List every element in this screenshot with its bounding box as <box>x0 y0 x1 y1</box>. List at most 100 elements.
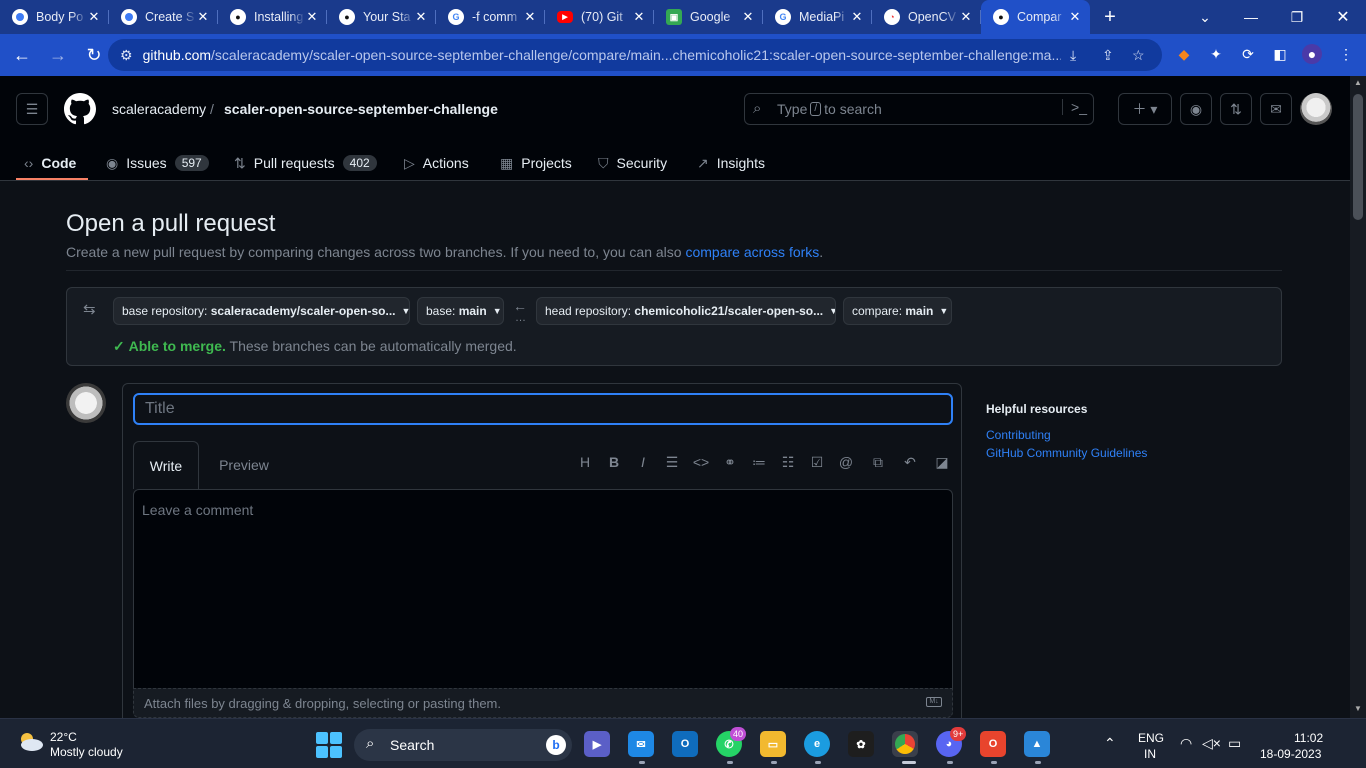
forward-icon[interactable]: → <box>42 39 74 71</box>
cross-reference-icon[interactable]: ⧉ <box>868 452 888 472</box>
bold-icon[interactable]: B <box>604 452 624 472</box>
quote-icon[interactable]: ☰ <box>662 452 682 472</box>
hamburger-menu-icon[interactable]: ☰ <box>16 93 48 125</box>
markdown-icon[interactable]: M↓ <box>926 697 942 707</box>
close-window-icon[interactable]: ✕ <box>1320 0 1366 34</box>
issues-icon[interactable]: ◉ <box>1180 93 1212 125</box>
cloudy-weather-icon[interactable] <box>16 730 44 752</box>
repo-tab-actions[interactable]: ▷ Actions <box>404 148 469 178</box>
heading-icon[interactable]: H <box>575 452 595 472</box>
tab-write[interactable]: Write <box>133 441 199 489</box>
repo-tab-security[interactable]: ⛉ Security <box>598 148 667 178</box>
extensions-puzzle-icon[interactable]: ✦ <box>1206 44 1226 64</box>
share-icon[interactable]: ⇪ <box>1102 47 1114 64</box>
office-icon[interactable]: O <box>980 731 1006 757</box>
close-tab-icon[interactable]: ✕ <box>959 9 973 25</box>
browser-tab[interactable]: ▶ (70) Git ✕ <box>545 0 654 34</box>
address-bar[interactable]: ⚙ github.com/scaleracademy/scaler-open-s… <box>108 39 1162 71</box>
italic-icon[interactable]: I <box>633 452 653 472</box>
file-explorer-icon[interactable]: ▭ <box>760 731 786 757</box>
restore-icon[interactable]: ❐ <box>1274 0 1320 34</box>
browser-tab[interactable]: G MediaPi ✕ <box>763 0 872 34</box>
browser-tab[interactable]: ◔ OpenCV ✕ <box>872 0 981 34</box>
command-palette-icon[interactable]: >_ <box>1062 99 1087 115</box>
tab-search-icon[interactable]: ⌄ <box>1182 0 1228 34</box>
bing-icon[interactable]: b <box>546 735 566 755</box>
tab-preview[interactable]: Preview <box>209 441 279 489</box>
sync-icon[interactable]: ⟳ <box>1238 44 1258 64</box>
reply-icon[interactable]: ↶ <box>900 452 920 472</box>
slash-commands-icon[interactable]: ◪ <box>932 452 952 472</box>
repo-tab-pull-requests[interactable]: ⇅ Pull requests 402 <box>234 148 377 178</box>
install-icon[interactable]: ⤓ <box>1070 47 1076 64</box>
close-tab-icon[interactable]: ✕ <box>1068 9 1082 25</box>
head-repository-select[interactable]: head repository: chemicoholic21/scaler-o… <box>536 297 836 325</box>
numbered-list-icon[interactable]: ☷ <box>778 452 798 472</box>
photos-icon[interactable]: ▲ <box>1024 731 1050 757</box>
mail-icon[interactable]: ✉ <box>628 731 654 757</box>
link-icon[interactable]: ⚭ <box>720 452 740 472</box>
metamask-icon[interactable]: ◆ <box>1174 44 1194 64</box>
browser-tab[interactable]: ▣ Google ✕ <box>654 0 763 34</box>
minimize-icon[interactable]: — <box>1228 0 1274 34</box>
volume-muted-icon[interactable]: ◁× <box>1202 735 1221 752</box>
close-tab-icon[interactable]: ✕ <box>414 9 428 25</box>
close-tab-icon[interactable]: ✕ <box>87 9 101 25</box>
new-tab-icon[interactable]: + <box>1096 3 1124 31</box>
browser-tab[interactable]: ● Your Sta ✕ <box>327 0 436 34</box>
windows-start-icon[interactable] <box>316 732 342 758</box>
task-list-icon[interactable]: ☑ <box>807 452 827 472</box>
clock-time[interactable]: 11:02 <box>1294 731 1323 745</box>
figma-icon[interactable]: ✿ <box>848 731 874 757</box>
compare-across-forks-link[interactable]: compare across forks <box>685 244 819 260</box>
taskbar-search-box[interactable]: ⌕ Search b <box>354 729 572 761</box>
mention-icon[interactable]: @ <box>836 452 856 472</box>
browser-tab[interactable]: ● Installing ✕ <box>218 0 327 34</box>
repo-tab-code[interactable]: ‹› Code <box>24 148 76 178</box>
outlook-icon[interactable]: O <box>672 731 698 757</box>
browser-tab[interactable]: Body Po ✕ <box>0 0 109 34</box>
repo-tab-insights[interactable]: ↗ Insights <box>697 148 765 178</box>
browser-tab[interactable]: G -f comm ✕ <box>436 0 545 34</box>
pr-comment-textarea[interactable] <box>133 489 953 688</box>
site-info-icon[interactable]: ⚙ <box>120 47 133 64</box>
side-panel-icon[interactable]: ◧ <box>1270 44 1290 64</box>
browser-tab[interactable]: ● Compar ✕ <box>981 0 1090 34</box>
bookmark-star-icon[interactable]: ☆ <box>1132 47 1145 64</box>
close-tab-icon[interactable]: ✕ <box>850 9 864 25</box>
chrome-icon[interactable] <box>892 731 918 757</box>
hidden-icons-chevron-icon[interactable]: ⌃ <box>1104 735 1116 752</box>
close-tab-icon[interactable]: ✕ <box>632 9 646 25</box>
input-language[interactable]: ENG <box>1138 731 1164 745</box>
close-tab-icon[interactable]: ✕ <box>305 9 319 25</box>
repo-tab-issues[interactable]: ◉ Issues 597 <box>106 148 209 178</box>
browser-tab[interactable]: Create S ✕ <box>109 0 218 34</box>
close-tab-icon[interactable]: ✕ <box>741 9 755 25</box>
scroll-down-icon[interactable]: ▼ <box>1354 704 1362 713</box>
create-new-button[interactable]: ＋ ▾ <box>1118 93 1172 125</box>
close-tab-icon[interactable]: ✕ <box>196 9 210 25</box>
repo-owner-link[interactable]: scaleracademy <box>112 101 206 117</box>
bulleted-list-icon[interactable]: ≔ <box>749 452 769 472</box>
chrome-menu-icon[interactable]: ⋮ <box>1336 44 1356 64</box>
reload-icon[interactable]: ↻ <box>78 39 110 71</box>
pull-requests-icon[interactable]: ⇅ <box>1220 93 1252 125</box>
github-logo-icon[interactable] <box>64 93 96 125</box>
scroll-up-icon[interactable]: ▲ <box>1354 78 1362 87</box>
input-region[interactable]: IN <box>1144 747 1156 761</box>
user-avatar[interactable] <box>1300 93 1332 125</box>
battery-icon[interactable]: ▭ <box>1228 735 1241 752</box>
back-icon[interactable]: ← <box>6 39 38 71</box>
profile-avatar-icon[interactable]: ● <box>1302 44 1322 64</box>
community-guidelines-link[interactable]: GitHub Community Guidelines <box>986 446 1147 460</box>
github-search-input[interactable]: ⌕ Type / to search >_ <box>744 93 1094 125</box>
repo-name-link[interactable]: scaler-open-source-september-challenge <box>224 101 498 117</box>
repo-tab-projects[interactable]: ▦ Projects <box>500 148 572 178</box>
clock-date[interactable]: 18-09-2023 <box>1260 747 1321 761</box>
wifi-icon[interactable]: ◠ <box>1180 735 1192 752</box>
scrollbar-thumb[interactable] <box>1353 94 1363 220</box>
pr-title-input[interactable] <box>133 393 953 425</box>
compare-branch-select[interactable]: compare: main ▼ <box>843 297 952 325</box>
attach-files-area[interactable]: Attach files by dragging & dropping, sel… <box>133 688 953 718</box>
close-tab-icon[interactable]: ✕ <box>523 9 537 25</box>
